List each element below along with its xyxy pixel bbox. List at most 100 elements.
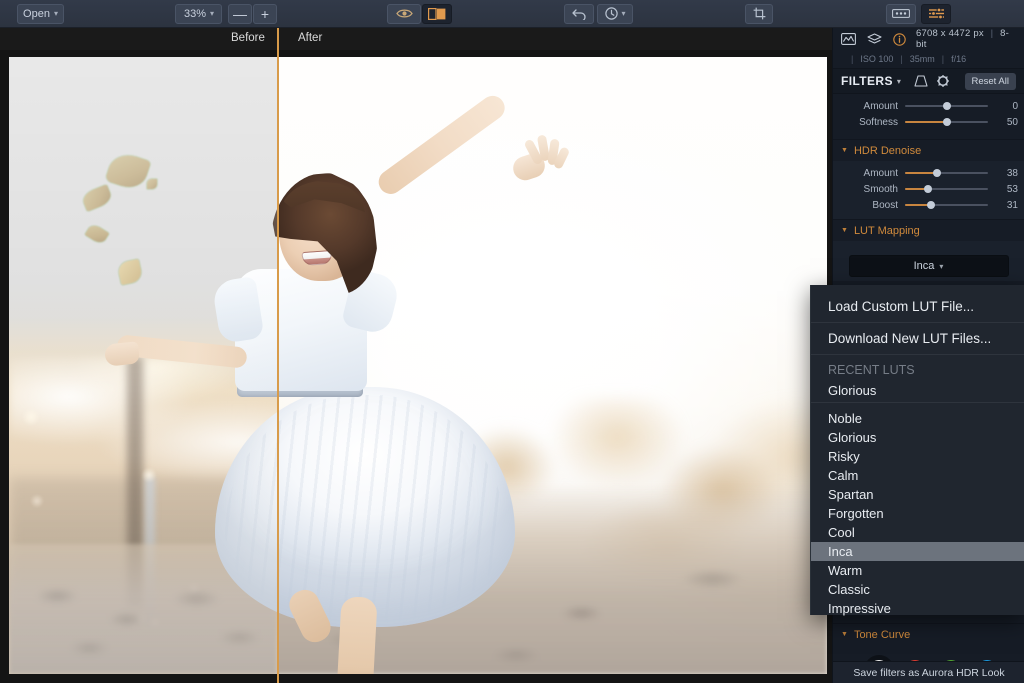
mask-icon[interactable] — [913, 75, 928, 87]
menu-item-inca[interactable]: Inca — [811, 542, 1024, 561]
aurora-hdr-window: Open ▾ 33% ▾ — + ▾ Before After 6708 x 4… — [0, 0, 1024, 683]
slider-value: 31 — [1006, 199, 1018, 211]
zoom-out-label: — — [233, 5, 247, 22]
chevron-down-icon: ▾ — [53, 9, 58, 18]
slider-track[interactable] — [905, 118, 988, 126]
slider-value: 53 — [1006, 183, 1018, 195]
lut-select-value: Inca — [913, 260, 935, 272]
filters-panel-button[interactable] — [921, 3, 951, 24]
menu-item-spartan[interactable]: Spartan — [811, 485, 1024, 504]
section-header-lut-mapping[interactable]: ▼ LUT Mapping — [833, 219, 1024, 241]
menu-item-risky[interactable]: Risky — [811, 447, 1024, 466]
menu-item-calm[interactable]: Calm — [811, 466, 1024, 485]
info-separator: | — [990, 28, 994, 39]
slider-label: Smooth — [863, 183, 898, 195]
preview-toggle-button[interactable] — [387, 3, 421, 24]
slider-row[interactable]: Amount 0 — [833, 98, 1024, 114]
exif-bar: | ISO 100 | 35mm | f/16 — [851, 54, 967, 64]
section-header-tone-curve[interactable]: ▼ Tone Curve — [833, 623, 1024, 645]
reset-all-button[interactable]: Reset All — [964, 72, 1016, 90]
image-info-bar: 6708 x 4472 px | 8-bit — [833, 28, 1024, 50]
section-header-hdr-denoise[interactable]: ▼ HDR Denoise — [833, 139, 1024, 161]
menu-item-glorious[interactable]: Glorious — [811, 428, 1024, 447]
filters-title[interactable]: FILTERS — [841, 74, 893, 88]
menu-item-impressive[interactable]: Impressive — [811, 599, 1024, 618]
exif-aperture: f/16 — [951, 54, 967, 64]
presets-icon — [892, 9, 910, 18]
menu-item-classic[interactable]: Classic — [811, 580, 1024, 599]
section-body-hdr-denoise: Amount 38 Smooth 53 Boost 31 — [833, 161, 1024, 219]
histogram-icon[interactable] — [841, 33, 856, 45]
subject-hand-raised — [507, 134, 571, 181]
menu-item-warm[interactable]: Warm — [811, 561, 1024, 580]
section-title: LUT Mapping — [853, 224, 920, 237]
filters-header: FILTERS ▾ Reset All — [833, 68, 1024, 94]
before-image-layer — [9, 57, 277, 674]
subject-leg-front — [336, 596, 378, 674]
exif-iso: ISO 100 — [860, 54, 894, 64]
before-wash-overlay — [9, 57, 277, 674]
crop-icon — [753, 7, 766, 20]
undo-icon — [571, 8, 587, 20]
section-title: HDR Denoise — [853, 144, 922, 157]
info-circle-icon[interactable] — [893, 32, 906, 46]
section-title: Tone Curve — [853, 628, 911, 641]
chevron-down-icon[interactable]: ▾ — [897, 77, 901, 86]
save-look-button[interactable]: Save filters as Aurora HDR Look — [833, 661, 1024, 683]
menu-item-cool[interactable]: Cool — [811, 523, 1024, 542]
slider-value: 38 — [1006, 167, 1018, 179]
menu-item-forgotten[interactable]: Forgotten — [811, 504, 1024, 523]
zoom-out-button[interactable]: — — [228, 3, 252, 24]
slider-value: 50 — [1006, 116, 1018, 128]
menu-item-load-custom-lut[interactable]: Load Custom LUT File... — [811, 291, 1024, 322]
open-button-label: Open — [23, 7, 50, 20]
after-label: After — [298, 32, 323, 44]
presets-button[interactable] — [886, 3, 916, 24]
slider-track[interactable] — [905, 102, 988, 110]
chevron-down-icon: ▾ — [621, 9, 626, 18]
slider-row[interactable]: Boost 31 — [833, 197, 1024, 213]
chevron-down-icon: ▼ — [841, 147, 848, 154]
zoom-level-value: 33% — [184, 7, 207, 20]
compare-split-button[interactable] — [422, 3, 452, 24]
slider-row[interactable]: Smooth 53 — [833, 181, 1024, 197]
image-dimensions: 6708 x 4472 px — [916, 28, 984, 39]
slider-track[interactable] — [905, 169, 988, 177]
layers-icon[interactable] — [867, 32, 882, 46]
before-label: Before — [231, 32, 265, 44]
menu-item-recent-glorious[interactable]: Glorious — [811, 379, 1024, 402]
chevron-down-icon: ▾ — [939, 261, 944, 271]
slider-track[interactable] — [905, 201, 988, 209]
chevron-down-icon: ▼ — [841, 631, 848, 638]
menu-item-noble[interactable]: Noble — [811, 409, 1024, 428]
slider-track[interactable] — [905, 185, 988, 193]
slider-row[interactable]: Softness 50 — [833, 114, 1024, 130]
eye-icon — [395, 8, 413, 19]
lut-dropdown-menu: Load Custom LUT File... Download New LUT… — [810, 285, 1024, 618]
gear-icon[interactable] — [936, 75, 949, 87]
filters-sliders-icon — [928, 7, 945, 20]
slider-value: 0 — [1012, 100, 1018, 112]
undo-button[interactable] — [564, 3, 594, 24]
slider-label: Amount — [863, 100, 898, 112]
before-after-divider-handle[interactable] — [277, 28, 279, 683]
exif-focal-length: 35mm — [909, 54, 935, 64]
zoom-level-select[interactable]: 33% ▾ — [175, 3, 222, 24]
zoom-in-button[interactable]: + — [253, 3, 277, 24]
subject-arm-raised — [373, 91, 510, 199]
slider-label: Boost — [872, 199, 898, 211]
main-toolbar: Open ▾ 33% ▾ — + ▾ — [0, 0, 1024, 28]
slider-label: Softness — [859, 116, 898, 128]
open-button[interactable]: Open ▾ — [17, 3, 64, 24]
menu-section-recent-luts: RECENT LUTS — [828, 363, 915, 377]
chevron-down-icon: ▼ — [841, 227, 848, 234]
crop-button[interactable] — [745, 3, 773, 24]
history-button[interactable]: ▾ — [597, 3, 633, 24]
menu-item-download-new-luts[interactable]: Download New LUT Files... — [811, 323, 1024, 354]
slider-row[interactable]: Amount 38 — [833, 165, 1024, 181]
chevron-down-icon: ▾ — [210, 9, 215, 18]
lut-select[interactable]: Inca ▾ — [848, 255, 1009, 277]
top-slider-group: Amount 0 Softness 50 — [833, 94, 1024, 130]
history-clock-icon — [604, 7, 618, 20]
compare-split-icon — [428, 7, 446, 20]
